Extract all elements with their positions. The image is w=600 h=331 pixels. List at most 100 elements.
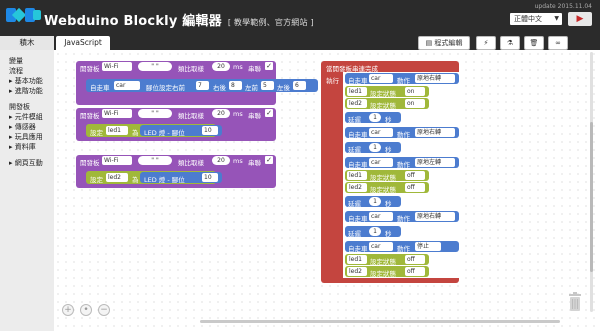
run-button[interactable]: ▶ (568, 12, 592, 26)
state-dropdown[interactable]: off (405, 267, 425, 276)
car-var-dropdown[interactable]: car (369, 128, 393, 137)
code-edit-button[interactable]: ▤ 程式編輯 (418, 36, 470, 50)
horizontal-scrollbar[interactable] (200, 320, 560, 323)
led-pin-block-1[interactable]: LED 燈 - 腳位 10 (140, 125, 222, 137)
serial-checkbox[interactable]: ✓ (265, 109, 273, 117)
toolbox-item-flow[interactable]: 流程 (9, 66, 23, 76)
action-dropdown[interactable]: 停止 (415, 242, 441, 251)
led2-state-block[interactable]: led2 設定狀態 off (345, 182, 429, 194)
delay-label: 延遲 (348, 116, 361, 124)
led1-state-block[interactable]: led1 設定狀態 off (345, 170, 429, 182)
pin-lf-dropdown[interactable]: 5 (261, 81, 274, 90)
zoom-in-icon[interactable]: + (62, 304, 74, 316)
toolbox-item-sensors[interactable]: ▸ 傳感器 (9, 122, 36, 132)
sampling-input[interactable]: 20 (212, 109, 230, 118)
action-dropdown[interactable]: 原地右轉 (415, 128, 455, 137)
trash-button[interactable]: 🗑 (524, 36, 544, 50)
workspace-trash-icon[interactable] (568, 292, 582, 312)
led1-pin-dropdown[interactable]: 10 (202, 126, 218, 135)
toolbox-item-advanced[interactable]: ▸ 進階功能 (9, 86, 43, 96)
car-var-dropdown[interactable]: car (369, 74, 393, 83)
action-dropdown[interactable]: 原地右轉 (415, 74, 455, 83)
device-id-input[interactable]: " " (138, 156, 172, 165)
action-dropdown[interactable]: 原地左轉 (415, 158, 455, 167)
toolbox-item-database[interactable]: ▸ 資料庫 (9, 142, 36, 152)
state-dropdown[interactable]: off (405, 255, 425, 264)
help-links[interactable]: [ 教學範例、官方網站 ] (228, 18, 314, 27)
toolbox-item-toys[interactable]: ▸ 玩具應用 (9, 132, 43, 142)
toolbox-item-basic[interactable]: ▸ 基本功能 (9, 76, 43, 86)
state-dropdown[interactable]: off (405, 171, 425, 180)
led2-state-block[interactable]: led2 設定狀態 on (345, 98, 429, 110)
led1-state-block[interactable]: led1 設定狀態 on (345, 86, 429, 98)
led2-pin-dropdown[interactable]: 10 (202, 173, 218, 182)
pin-lb-dropdown[interactable]: 6 (293, 81, 306, 90)
action-dropdown[interactable]: 原地右轉 (415, 212, 455, 221)
vertical-scrollbar[interactable] (590, 52, 593, 312)
vertical-scroll-thumb[interactable] (590, 122, 593, 272)
zoom-reset-icon[interactable]: • (80, 304, 92, 316)
ms-label: ms (233, 157, 243, 165)
serial-checkbox[interactable]: ✓ (265, 156, 273, 164)
toolbox-item-variables[interactable]: 變量 (9, 56, 23, 66)
state-dropdown[interactable]: on (405, 99, 425, 108)
toolbox-item-web[interactable]: ▸ 網頁互動 (9, 158, 43, 168)
led2-var-dropdown[interactable]: led2 (347, 99, 367, 108)
car-var-dropdown[interactable]: car (114, 81, 140, 90)
led2-var-dropdown[interactable]: led2 (347, 183, 367, 192)
execute-label: 執行 (326, 77, 339, 85)
delay-input[interactable]: 1 (369, 113, 381, 122)
wifi-dropdown[interactable]: Wi-Fi (102, 62, 132, 71)
flask-button[interactable]: ⚗ (500, 36, 520, 50)
led2-var-dropdown[interactable]: led2 (347, 267, 367, 276)
toolbox-item-modules[interactable]: ▸ 元件模組 (9, 112, 43, 122)
car-var-dropdown[interactable]: car (369, 158, 393, 167)
led2-state-block[interactable]: led2 設定狀態 off (345, 266, 429, 278)
device-id-input[interactable]: " " (138, 62, 172, 71)
sampling-input[interactable]: 20 (212, 156, 230, 165)
led2-var-dropdown[interactable]: led2 (106, 173, 128, 182)
car-action-block[interactable]: 自走車 car 動作 原地右轉 (345, 73, 459, 85)
delay-input[interactable]: 1 (369, 197, 381, 206)
language-select[interactable]: 正體中文 ▼ (510, 13, 562, 25)
delay-block[interactable]: 延遲 1 秒 (345, 226, 401, 238)
car-var-dropdown[interactable]: car (369, 242, 393, 251)
sec-label: 秒 (385, 230, 392, 238)
tab-javascript[interactable]: JavaScript (56, 36, 110, 50)
car-var-dropdown[interactable]: car (369, 212, 393, 221)
delay-input[interactable]: 1 (369, 143, 381, 152)
car-action-block[interactable]: 自走車 car 動作 原地左轉 (345, 157, 459, 169)
led-pin-label: LED 燈 - 腳位 (144, 129, 185, 137)
delay-block[interactable]: 延遲 1 秒 (345, 196, 401, 208)
led-pin-block-2[interactable]: LED 燈 - 腳位 10 (140, 172, 222, 184)
state-dropdown[interactable]: off (405, 183, 425, 192)
sampling-label: 類比取樣 (178, 112, 204, 120)
flash-button[interactable]: ⚡ (476, 36, 496, 50)
as-label: 為 (132, 176, 139, 184)
language-value: 正體中文 (514, 15, 542, 23)
link-button[interactable]: ∞ (548, 36, 568, 50)
car-block[interactable]: 自走車 car 腳位設定右前 7 右後 8 左前 5 左後 6 (86, 79, 318, 92)
serial-checkbox[interactable]: ✓ (265, 62, 273, 70)
led1-var-dropdown[interactable]: led1 (347, 171, 367, 180)
car-action-block[interactable]: 自走車 car 動作 停止 (345, 241, 459, 253)
pin-rb-dropdown[interactable]: 8 (229, 81, 242, 90)
tab-blocks[interactable]: 積木 (0, 36, 54, 50)
led1-state-block[interactable]: led1 設定狀態 off (345, 254, 429, 266)
toolbox-item-board[interactable]: 開發板 (9, 102, 30, 112)
delay-block[interactable]: 延遲 1 秒 (345, 112, 401, 124)
delay-block[interactable]: 延遲 1 秒 (345, 142, 401, 154)
led1-var-dropdown[interactable]: led1 (347, 255, 367, 264)
state-dropdown[interactable]: on (405, 87, 425, 96)
wifi-dropdown[interactable]: Wi-Fi (102, 109, 132, 118)
zoom-out-icon[interactable]: − (98, 304, 110, 316)
car-action-block[interactable]: 自走車 car 動作 原地右轉 (345, 127, 459, 139)
device-id-input[interactable]: " " (138, 109, 172, 118)
pin-rf-dropdown[interactable]: 7 (196, 81, 209, 90)
sampling-input[interactable]: 20 (212, 62, 230, 71)
led1-var-dropdown[interactable]: led1 (106, 126, 128, 135)
delay-input[interactable]: 1 (369, 227, 381, 236)
wifi-dropdown[interactable]: Wi-Fi (102, 156, 132, 165)
led1-var-dropdown[interactable]: led1 (347, 87, 367, 96)
car-action-block[interactable]: 自走車 car 動作 原地右轉 (345, 211, 459, 223)
